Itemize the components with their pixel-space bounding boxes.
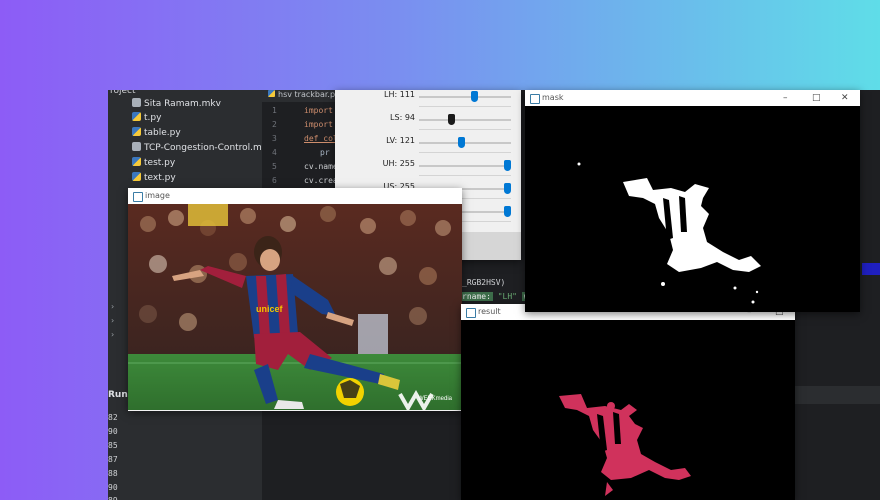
trackbar-slider-thumb[interactable] [448, 114, 456, 125]
line-number: 5 [272, 162, 277, 171]
file-name: TCP-Congestion-Control.mp4 [144, 143, 274, 153]
file-item[interactable]: TCP-Congestion-Control.mp4 [132, 142, 273, 153]
run-panel-label[interactable]: Run [108, 390, 128, 400]
trackbar-slider-thumb[interactable] [504, 183, 511, 194]
code-line: cv.name [304, 162, 338, 171]
trackbar-slider-thumb[interactable] [504, 206, 511, 217]
file-item[interactable]: t.py [132, 112, 161, 123]
mask-window: mask – □ ✕ [525, 90, 860, 312]
trackbar-label: LV: 121 [386, 136, 415, 145]
trackbar-track[interactable] [419, 142, 511, 144]
code-line: def col [304, 134, 338, 143]
code-string: "LH" [497, 292, 517, 301]
code-line: cv.crea [304, 176, 338, 185]
file-name: table.py [144, 128, 181, 138]
chevron-right-icon[interactable]: › [111, 302, 114, 311]
image-window-titlebar[interactable]: image [128, 188, 462, 204]
trackbar-divider [419, 152, 511, 153]
editor-tab[interactable]: hsv trackbar.p [262, 90, 342, 102]
line-gutter [262, 102, 292, 186]
text-file-icon [132, 142, 141, 151]
window-icon [466, 308, 476, 318]
file-item[interactable]: table.py [132, 127, 181, 138]
window-title: image [145, 191, 170, 200]
selection-highlight [862, 263, 880, 275]
mask-window-titlebar[interactable]: mask – □ ✕ [525, 90, 860, 106]
trackbar-row: LH: 111 [335, 90, 521, 110]
trackbar-row: LS: 94 [335, 111, 521, 133]
editor-tab-label: hsv trackbar.p [278, 90, 336, 99]
trackbar-row: LV: 121 [335, 134, 521, 156]
trackbar-divider [419, 106, 511, 107]
file-item[interactable]: test.py [132, 157, 175, 168]
mask-image [577, 162, 761, 304]
run-output-line: 88 [108, 469, 118, 478]
python-file-icon [132, 112, 141, 121]
line-number: 2 [272, 120, 277, 129]
result-window: result – □ [461, 304, 795, 500]
trackbar-slider-thumb[interactable] [470, 91, 478, 102]
file-item[interactable]: text.py [132, 172, 176, 183]
file-name: test.py [144, 158, 176, 168]
trackbar-label: LS: 94 [390, 113, 415, 122]
window-title: result [478, 307, 501, 316]
soccer-photo-illustration: unicef WEEKmedia [128, 204, 462, 410]
trackbar-track[interactable] [419, 165, 511, 167]
maximize-button[interactable]: □ [812, 90, 821, 106]
file-name: t.py [144, 113, 162, 123]
project-panel-title: roject [110, 90, 136, 96]
run-output-line: 90 [108, 427, 118, 436]
python-file-icon [132, 157, 141, 166]
window-icon [133, 192, 143, 202]
python-file-icon [268, 90, 275, 97]
chevron-right-icon[interactable]: › [111, 330, 114, 339]
line-number: 4 [272, 148, 277, 157]
trackbar-slider-thumb[interactable] [504, 160, 511, 171]
python-file-icon [132, 127, 141, 136]
minimize-button[interactable]: – [783, 90, 788, 106]
code-line: import [304, 120, 333, 129]
code-snippet-line: rname: "LH" w [460, 292, 531, 301]
run-output-line: 90 [108, 483, 118, 492]
code-snippet: _RGB2HSV) [462, 278, 506, 287]
code-line: pr [320, 148, 330, 157]
line-number: 1 [272, 106, 277, 115]
run-output-line: 85 [108, 441, 118, 450]
chevron-right-icon[interactable]: › [111, 316, 114, 325]
file-name: Sita Ramam.mkv [144, 99, 221, 109]
trackbar-slider-thumb[interactable] [457, 137, 465, 148]
run-output-line: 82 [108, 413, 118, 422]
trackbar-label: LH: 111 [384, 90, 415, 99]
soccer-photo: unicef WEEKmedia [128, 204, 462, 410]
line-number: 6 [272, 176, 277, 185]
window-title: mask [542, 93, 564, 102]
trackbar-divider [419, 129, 511, 130]
code-line: import [304, 106, 333, 115]
trackbar-track[interactable] [419, 119, 511, 121]
result-image [559, 394, 691, 496]
file-name: text.py [144, 173, 176, 183]
trackbar-divider [419, 175, 511, 176]
window-icon [530, 94, 540, 104]
python-file-icon [132, 172, 141, 181]
line-number: 3 [272, 134, 277, 143]
trackbar-track[interactable] [419, 96, 511, 98]
code-param: rname: [460, 292, 493, 301]
watermark-text: WEEKmedia [418, 396, 453, 402]
run-output-line: 89 [108, 496, 118, 500]
trackbar-label: UH: 255 [382, 159, 415, 168]
video-file-icon [132, 98, 141, 107]
image-window: image unicef WEEKmedia [128, 188, 462, 411]
close-button[interactable]: ✕ [841, 90, 849, 106]
file-item[interactable]: Sita Ramam.mkv [132, 98, 221, 109]
run-output-line: 87 [108, 455, 118, 464]
trackbar-row: UH: 255 [335, 157, 521, 179]
jersey-text: unicef [256, 304, 284, 314]
